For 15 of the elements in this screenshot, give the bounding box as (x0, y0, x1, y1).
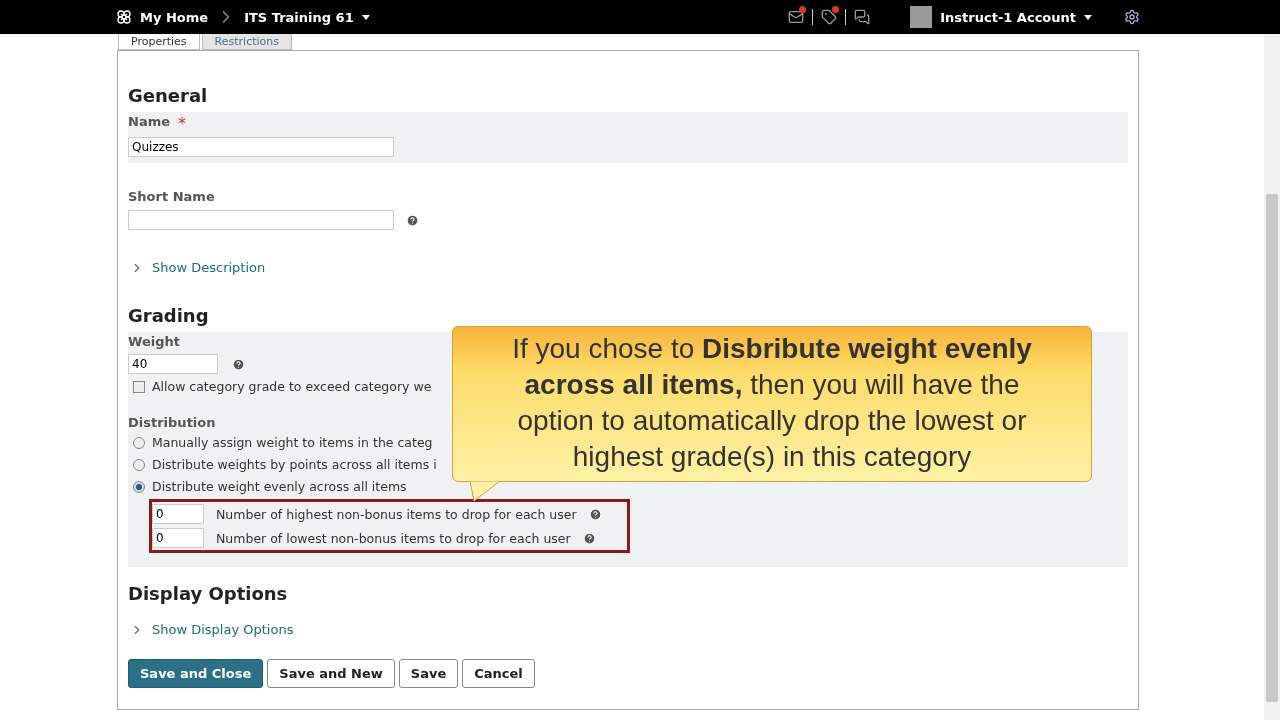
field-label: Weight (128, 334, 180, 349)
drop-label: Number of highest non-bonus items to drop for each user (216, 506, 577, 522)
checkbox-label: Allow category grade to exceed category we (152, 379, 432, 394)
field-label: Short Name (128, 189, 215, 204)
field-label: Distribution (128, 415, 216, 430)
field-label: Name (128, 114, 170, 129)
section-heading: Grading (128, 305, 210, 326)
section-heading: General (128, 85, 209, 106)
radio-label: Manually assign weight to items in the categ (152, 435, 433, 450)
callout-tooltip: If you chose to Disbribute weight evenly across all items, then you will have the option to automatically drop the lowest or highest grade(s) in this category (452, 326, 1092, 482)
required-mark: * (178, 114, 186, 133)
radio-label: Distribute weights by points across all items i (152, 457, 437, 472)
drop-label: Number of lowest non-bonus items to drop for each user (216, 530, 571, 546)
section-heading: Display Options (128, 583, 289, 604)
radio-label: Distribute weight evenly across all items (152, 479, 407, 494)
